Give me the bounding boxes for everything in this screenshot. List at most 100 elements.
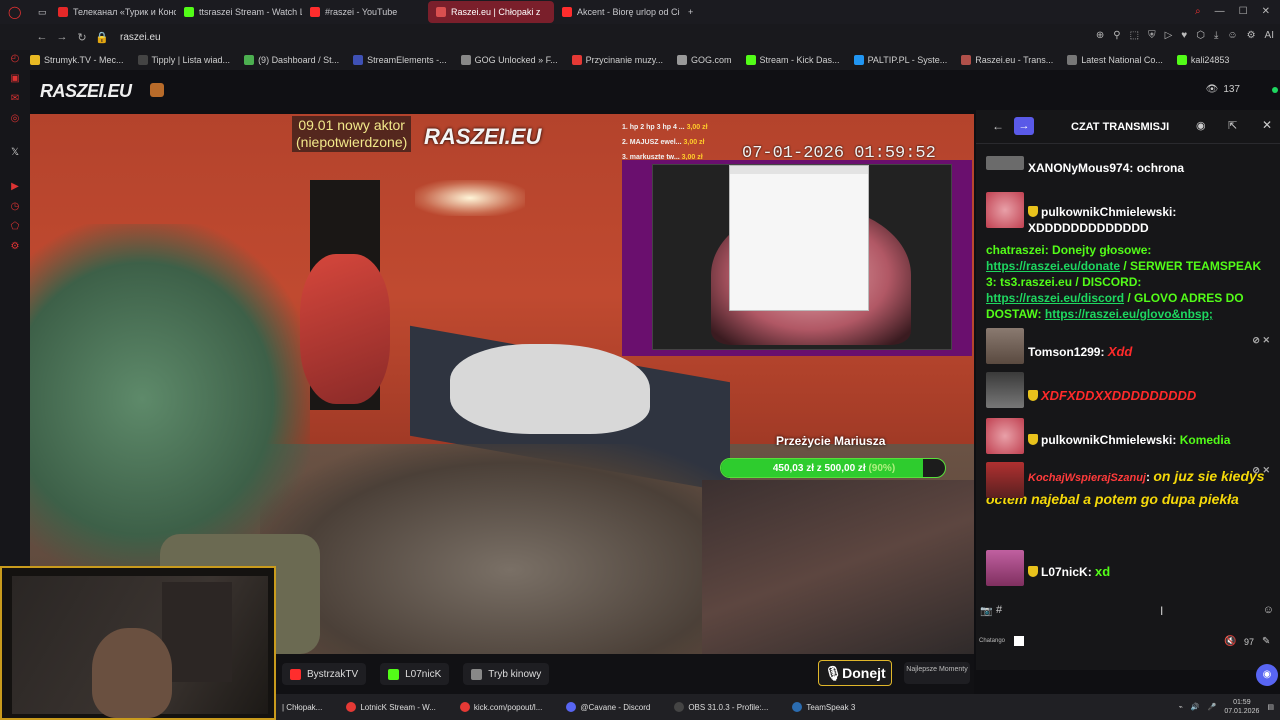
chat-message: pulkownikChmielewski: XDDDDDDDDDDDDD bbox=[986, 192, 1274, 236]
donate-button[interactable]: 🎙Donejt bbox=[818, 660, 892, 686]
notification-icon[interactable]: ▤ bbox=[1267, 703, 1274, 711]
profile-icon[interactable]: ☺ bbox=[1227, 30, 1237, 41]
donate-link[interactable]: https://raszei.eu/donate bbox=[986, 259, 1120, 273]
shield-icon[interactable]: ⛨ bbox=[1148, 30, 1156, 41]
messenger-icon[interactable]: ✉ bbox=[8, 92, 22, 106]
taskbar-item[interactable]: | Chłopak... bbox=[276, 695, 328, 719]
settings-tool-icon[interactable]: ✎ bbox=[1262, 636, 1270, 647]
best-moments-button[interactable]: Najlepsze Momenty bbox=[904, 662, 970, 684]
sidebar-settings-icon[interactable]: ⚙ bbox=[8, 240, 22, 254]
extensions-icon[interactable]: ⬡ bbox=[1196, 30, 1205, 41]
chat-back-icon[interactable]: ← bbox=[992, 119, 1004, 133]
search-tabs-icon[interactable]: ⌕ bbox=[1195, 6, 1201, 17]
tab-overview-icon[interactable]: ▭ bbox=[30, 1, 50, 23]
chat-forward-icon[interactable]: → bbox=[1014, 117, 1034, 135]
tab-4-active[interactable]: Raszei.eu | Chłopaki z bbox=[428, 1, 554, 23]
chat-message: XANONyMous974: ochrona bbox=[986, 156, 1274, 176]
chat-username[interactable]: pulkownikChmielewski bbox=[1041, 433, 1172, 447]
pinboard-icon[interactable]: ⬠ bbox=[8, 220, 22, 234]
download-icon[interactable]: ⤓ bbox=[1214, 30, 1218, 41]
ai-icon[interactable]: AI bbox=[1265, 30, 1274, 41]
hashtag-icon[interactable]: # bbox=[996, 604, 1002, 616]
speaker-icon[interactable]: 🔊 bbox=[1191, 703, 1200, 711]
secondary-camera bbox=[702, 480, 974, 654]
forward-icon[interactable]: → bbox=[52, 31, 72, 43]
bookmark-7[interactable]: GOG.com bbox=[677, 55, 732, 65]
heart-icon[interactable]: ♥ bbox=[1181, 30, 1187, 41]
history-icon[interactable]: ◴ bbox=[8, 52, 22, 66]
channel-link-l07nick[interactable]: L07nicK bbox=[380, 663, 450, 685]
maximize-icon[interactable]: ☐ bbox=[1239, 6, 1248, 17]
site-logo[interactable]: RASZEI.EU bbox=[40, 81, 132, 102]
close-icon[interactable]: ✕ bbox=[1262, 118, 1272, 132]
mute-icon[interactable]: 🔇 bbox=[1224, 636, 1236, 647]
clock-icon[interactable]: ◷ bbox=[8, 200, 22, 214]
new-tab-button[interactable]: + bbox=[680, 1, 704, 23]
bookmark-label: GOG.com bbox=[691, 55, 732, 65]
play-icon[interactable]: ▷ bbox=[1165, 30, 1173, 41]
moderation-icons[interactable]: ⊘ ✕ bbox=[1252, 332, 1270, 348]
taskbar-item[interactable]: OBS 31.0.3 - Profile:... bbox=[668, 695, 774, 719]
network-icon[interactable]: ⌁ bbox=[1179, 703, 1183, 711]
tab-2[interactable]: ttsraszei Stream - Watch L bbox=[176, 1, 302, 23]
moderation-icons[interactable]: ⊘ ✕ bbox=[1252, 460, 1270, 481]
chatango-checkbox[interactable] bbox=[1014, 636, 1024, 646]
glovo-link[interactable]: https://raszei.eu/glovo&nbsp; bbox=[1045, 307, 1213, 321]
goal-percent: (90%) bbox=[868, 463, 896, 474]
close-window-icon[interactable]: ✕ bbox=[1262, 6, 1270, 17]
browser-menu-icon[interactable]: ◯ bbox=[0, 1, 30, 23]
zoom-icon[interactable]: ⊕ bbox=[1096, 30, 1104, 41]
popout-icon[interactable]: ⇱ bbox=[1228, 119, 1237, 132]
discord-float-icon[interactable]: ◉ bbox=[1256, 664, 1278, 686]
bookmark-3[interactable]: (9) Dashboard / St... bbox=[244, 55, 339, 65]
channel-link-bystrzak[interactable]: BystrzakTV bbox=[282, 663, 367, 685]
tab-3[interactable]: #raszei - YouTube bbox=[302, 1, 428, 23]
x-icon[interactable]: 𝕏 bbox=[8, 146, 22, 160]
bookmark-12[interactable]: kali24853 bbox=[1176, 55, 1229, 65]
bookmark-10[interactable]: Raszei.eu - Trans... bbox=[961, 55, 1053, 65]
chat-username[interactable]: Tomson1299 bbox=[1028, 345, 1100, 359]
minimize-icon[interactable]: — bbox=[1215, 6, 1225, 17]
chat-username[interactable]: pulkownikChmielewski bbox=[1041, 205, 1172, 219]
taskbar-item[interactable]: TeamSpeak 3 bbox=[786, 695, 861, 719]
url-field[interactable]: raszei.eu bbox=[120, 32, 161, 43]
bookmark-8[interactable]: Stream - Kick Das... bbox=[745, 55, 840, 65]
tab-5[interactable]: Akcent - Biorę urlop od Cie bbox=[554, 1, 680, 23]
tab-favicon bbox=[436, 7, 446, 17]
discord-link[interactable]: https://raszei.eu/discord bbox=[986, 291, 1124, 305]
bookmark-label: Strumyk.TV - Mec... bbox=[44, 55, 124, 65]
tab-favicon bbox=[184, 7, 194, 17]
bookmark-4[interactable]: StreamElements -... bbox=[353, 55, 447, 65]
wallet-icon[interactable]: ▣ bbox=[8, 72, 22, 86]
player-icon[interactable]: ▶ bbox=[8, 180, 22, 194]
theater-icon bbox=[471, 668, 483, 680]
emoji-icon[interactable]: ☺ bbox=[1263, 604, 1274, 616]
pin-icon[interactable]: ⚲ bbox=[1113, 30, 1120, 41]
taskbar-item[interactable]: kick.com/popout/l... bbox=[454, 695, 548, 719]
chat-username[interactable]: XANONyMous974 bbox=[1028, 161, 1129, 175]
bookmark-2[interactable]: Tipply | Lista wiad... bbox=[137, 55, 230, 65]
pip-screen bbox=[652, 164, 952, 350]
mic-tray-icon[interactable]: 🎤 bbox=[1208, 703, 1217, 711]
camera-icon[interactable]: 📷 bbox=[980, 606, 992, 617]
snapshot-icon[interactable]: ⬚ bbox=[1130, 30, 1139, 41]
chat-username[interactable]: chatraszei bbox=[986, 243, 1045, 257]
badge-icon[interactable] bbox=[150, 83, 164, 97]
taskbar-clock[interactable]: 01:59 07.01.2026 bbox=[1224, 698, 1259, 716]
taskbar-item[interactable]: @Cavane - Discord bbox=[560, 695, 656, 719]
reload-icon[interactable]: ↻ bbox=[72, 31, 92, 44]
back-icon[interactable]: ← bbox=[32, 31, 52, 43]
bookmark-6[interactable]: Przycinanie muzy... bbox=[571, 55, 663, 65]
settings-icon[interactable]: ⚙ bbox=[1247, 30, 1256, 41]
bookmark-11[interactable]: Latest National Co... bbox=[1067, 55, 1163, 65]
bookmark-5[interactable]: GOG Unlocked » F... bbox=[460, 55, 558, 65]
chat-username[interactable]: L07nicK bbox=[1041, 565, 1088, 579]
tab-1[interactable]: Телеканал «Турик и Конс bbox=[50, 1, 176, 23]
discord-icon[interactable]: ◉ bbox=[1196, 119, 1206, 132]
bookmark-1[interactable]: Strumyk.TV - Mec... bbox=[30, 55, 124, 65]
taskbar-item[interactable]: LotnicK Stream - W... bbox=[340, 695, 442, 719]
chat-username[interactable]: KochajWspierajSzanuj bbox=[1028, 472, 1146, 484]
instagram-icon[interactable]: ◎ bbox=[8, 112, 22, 126]
bookmark-9[interactable]: PALTIP.PL - Syste... bbox=[853, 55, 947, 65]
theater-mode-button[interactable]: Tryb kinowy bbox=[463, 663, 550, 685]
